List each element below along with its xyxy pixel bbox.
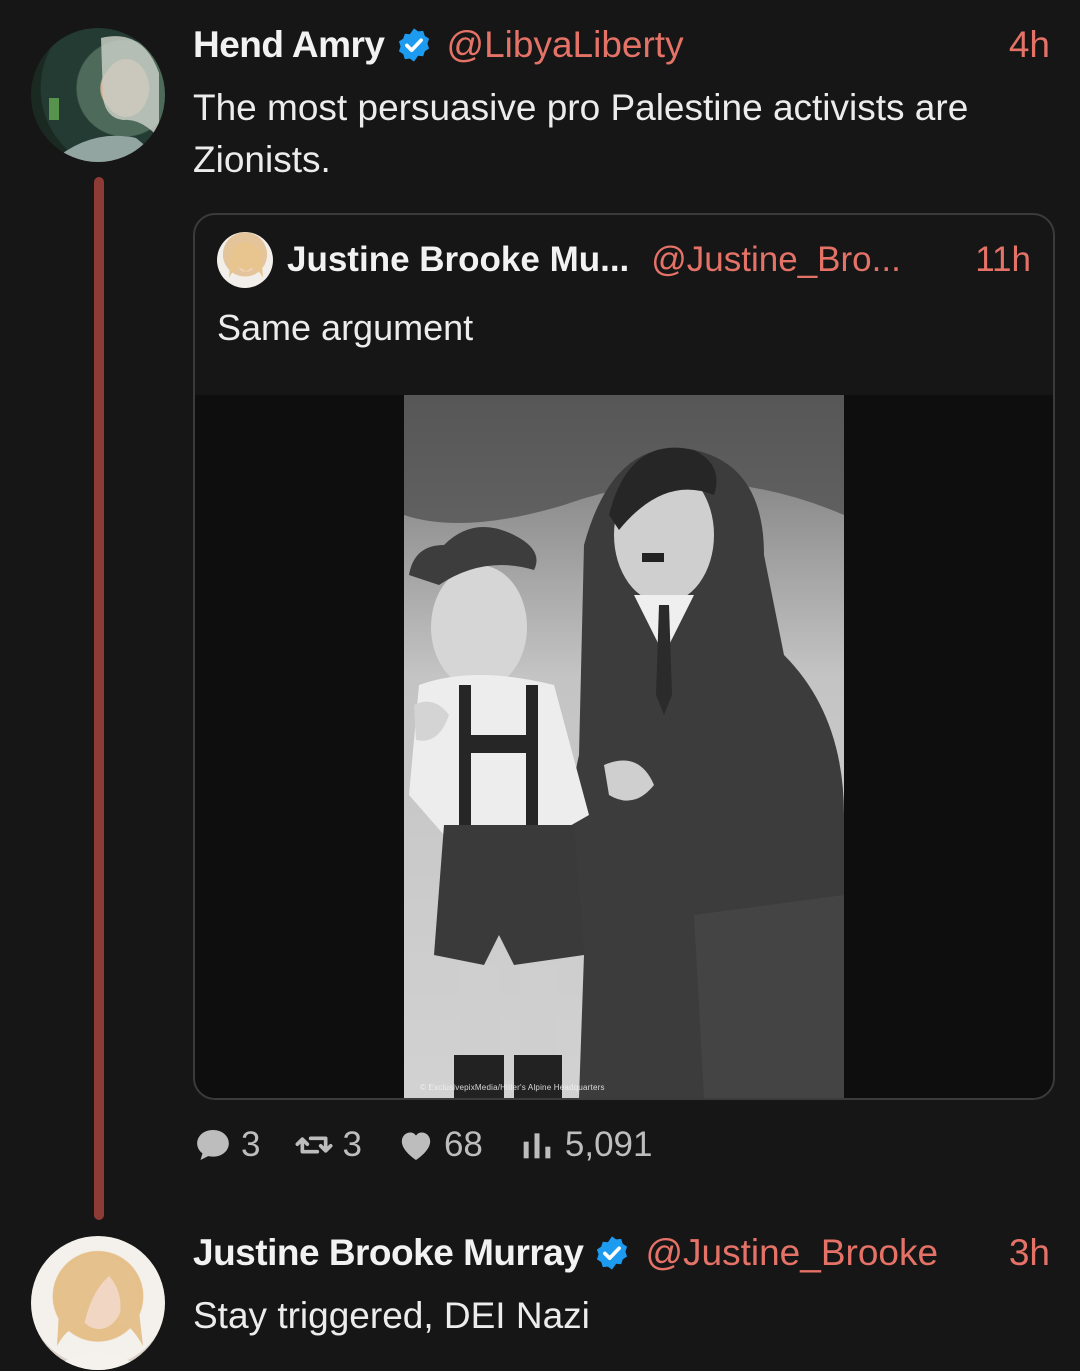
tweet-text: The most persuasive pro Palestine activi… [193, 87, 969, 180]
timestamp[interactable]: 3h [1009, 1232, 1050, 1274]
tweet-header: Hend Amry @LibyaLiberty 4h [193, 20, 1050, 70]
author-handle[interactable]: @LibyaLiberty [447, 24, 684, 66]
retweet-button[interactable]: 3 [294, 1125, 362, 1165]
retweet-count: 3 [342, 1125, 362, 1164]
quote-author-name[interactable]: Justine Brooke Mu... [287, 240, 629, 280]
photo-caption: © ExclusivepixMedia/Hitler's Alpine Head… [420, 1083, 605, 1092]
reply-button[interactable]: 3 [193, 1125, 260, 1165]
quote-media[interactable]: © ExclusivepixMedia/Hitler's Alpine Head… [195, 395, 1053, 1098]
like-button[interactable]: 68 [396, 1125, 483, 1165]
author-name[interactable]: Justine Brooke Murray [193, 1232, 584, 1274]
tweet-header: Justine Brooke Murray @Justine_Brooke 3h [193, 1228, 1050, 1278]
tweet-actions: 3 3 68 5,091 [193, 1120, 686, 1170]
verified-badge-icon [398, 28, 429, 62]
quote-timestamp[interactable]: 11h [975, 240, 1031, 280]
thread-line [94, 177, 104, 1220]
timestamp[interactable]: 4h [1009, 24, 1050, 66]
quote-text: Same argument [217, 307, 474, 348]
avatar[interactable] [31, 28, 165, 162]
reply-count: 3 [241, 1125, 261, 1164]
views-count: 5,091 [564, 1125, 653, 1164]
author-name[interactable]: Hend Amry [193, 24, 385, 66]
like-count: 68 [443, 1125, 483, 1164]
quote-header: Justine Brooke Mu... @Justine_Bro... 11h [287, 235, 1031, 285]
quote-author-handle[interactable]: @Justine_Bro... [651, 240, 901, 280]
quote-avatar[interactable] [217, 232, 273, 288]
tweet-text: Stay triggered, DEI Nazi [193, 1295, 590, 1336]
tweet-main[interactable]: Hend Amry @LibyaLiberty 4h The most pers… [0, 0, 1080, 1230]
reply-icon [197, 1130, 229, 1160]
tweet-reply[interactable]: Justine Brooke Murray @Justine_Brooke 3h… [0, 1230, 1080, 1371]
author-handle[interactable]: @Justine_Brooke [645, 1232, 938, 1274]
retweet-icon [295, 1136, 333, 1154]
views-icon [523, 1133, 551, 1159]
quoted-tweet[interactable]: Justine Brooke Mu... @Justine_Bro... 11h… [193, 213, 1055, 1100]
like-icon [401, 1132, 431, 1160]
quote-photo[interactable]: © ExclusivepixMedia/Hitler's Alpine Head… [404, 395, 844, 1098]
views-button[interactable]: 5,091 [517, 1125, 653, 1165]
avatar[interactable] [31, 1236, 165, 1370]
verified-badge-icon [597, 1236, 628, 1270]
